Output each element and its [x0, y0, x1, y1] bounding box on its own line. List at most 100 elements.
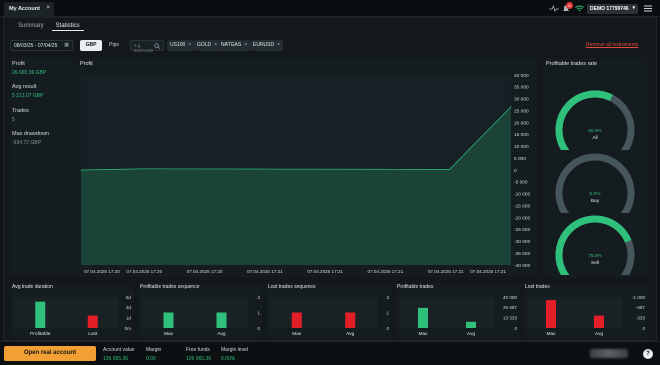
mini-bar: [345, 312, 356, 328]
tab-statistics[interactable]: Statistics: [51, 22, 84, 31]
stat-label: Margin level: [221, 347, 248, 353]
avg-label: Avg result: [12, 84, 37, 90]
mini-tick-label: 13 333: [503, 315, 517, 320]
profitable-sequence-chart: Profitable trades sequence 2 1 0 Max Avg: [138, 283, 262, 339]
x-tick-label: 07.04.2025 17:20: [126, 269, 162, 274]
x-tick-label: 07.04.2025 17:21: [368, 269, 404, 274]
chip-label: US100: [170, 42, 186, 48]
avg-value: 5 213.07 GBP: [12, 93, 44, 99]
gauge-track: [555, 153, 635, 221]
currency-pips-button[interactable]: Pips: [104, 40, 124, 51]
mini-tick-label: -667: [636, 305, 646, 310]
mini-bar: [87, 315, 98, 328]
stat-label: Margin: [146, 347, 162, 353]
y-tick-label: -15 000: [514, 203, 531, 209]
margin-stat: Margin 0.00: [146, 347, 161, 362]
data-point: [80, 169, 82, 171]
profitable-rate-panel: Profitable trades rate 60.0% All 0.0% Bu…: [543, 58, 647, 283]
y-tick-label: 25 000: [514, 108, 529, 114]
date-range-picker[interactable]: 08/03/25 - 07/04/25 ▦: [10, 40, 73, 51]
window-tab[interactable]: My Account ×: [4, 2, 54, 17]
gauge-all-arc: [555, 90, 635, 158]
gauge-all: 60.0% All: [543, 90, 647, 158]
y-tick-label: -30 000: [514, 239, 531, 245]
tab-bar: Summary Statistics: [14, 22, 84, 31]
mini-category-label: Lost: [88, 331, 98, 337]
trades-value: 5: [12, 117, 15, 123]
mini-category-label: Max: [418, 331, 428, 337]
mini-bar: [546, 300, 556, 328]
y-tick-label: -40 000: [514, 263, 531, 269]
gauge-sell-label: Sell: [591, 261, 599, 266]
mini-plot-area: [270, 297, 377, 328]
mini-chart-svg: 2 1 0 Max Avg: [142, 295, 260, 337]
gauge-buy-label: Buy: [590, 199, 600, 204]
mini-category-label: Avg: [595, 331, 604, 337]
instrument-chip-us100[interactable]: US100 ×: [167, 40, 195, 51]
data-point: [387, 168, 389, 170]
search-icon: [154, 43, 160, 49]
footer-bar: Open real account Account value 126 065.…: [0, 341, 660, 365]
menu-icon[interactable]: [644, 5, 652, 12]
activity-icon[interactable]: [549, 4, 559, 13]
account-selector[interactable]: DEMO 17799746 ▾: [587, 4, 638, 14]
mini-category-label: Profitable: [30, 331, 51, 337]
mini-plot-area: [527, 297, 623, 328]
close-icon[interactable]: ×: [46, 5, 50, 11]
mini-tick-label: -1 000: [632, 295, 645, 300]
mini-bar: [594, 315, 604, 328]
mini-tick-label: 0: [386, 326, 389, 331]
gauge-sell-pct: 75.0%: [588, 254, 602, 259]
avg-trade-duration-chart: Avg trade duration 5d 3d 1d 0m Profitable Los…: [10, 283, 133, 339]
trades-label: Trades: [12, 108, 29, 114]
mini-tick-label: 1: [257, 310, 260, 315]
mini-category-label: Max: [292, 331, 302, 337]
account-value-stat: Account value 126 065.36: [103, 347, 134, 362]
close-icon[interactable]: ×: [277, 42, 280, 49]
y-tick-label: -35 000: [514, 251, 531, 257]
account-label: DEMO 17799746: [590, 6, 629, 12]
mini-plot-area: [399, 297, 495, 328]
mini-plot-area: [14, 297, 119, 328]
y-tick-label: -10 000: [514, 192, 531, 198]
data-point: [510, 106, 512, 108]
instrument-chip-natgas[interactable]: NATGAS ×: [218, 40, 251, 51]
y-tick-label: -20 000: [514, 215, 531, 221]
close-icon[interactable]: ×: [214, 42, 217, 49]
gauge-all-label: All: [592, 136, 598, 141]
data-point: [203, 168, 205, 170]
free-funds-stat: Free funds 126 065.36: [186, 347, 211, 362]
instrument-chip-eurusd[interactable]: EURUSD ×: [250, 40, 284, 51]
wifi-icon: [575, 5, 584, 11]
mini-tick-label: 2: [386, 295, 389, 300]
mini-tick-label: 3d: [126, 305, 132, 310]
mini-tick-label: 0: [642, 326, 645, 331]
mini-tick-label: 0: [257, 326, 260, 331]
gauge-sell-arc: [555, 215, 635, 283]
x-tick-label: 07.04.2025 17:20: [187, 269, 223, 274]
close-icon[interactable]: ×: [244, 42, 247, 49]
mini-title: Lost trades: [525, 284, 550, 290]
mini-category-label: Max: [546, 331, 556, 337]
gauge-buy-pct: 0.0%: [589, 192, 601, 197]
data-point: [142, 168, 143, 170]
instrument-chip-gold[interactable]: GOLD ×: [194, 40, 221, 51]
y-tick-label: 40 000: [514, 73, 529, 79]
mini-bar: [163, 312, 174, 328]
window-title: My Account: [9, 6, 40, 12]
close-icon[interactable]: ×: [188, 42, 191, 49]
instrument-search-input[interactable]: e.g. EURUSD: [130, 40, 164, 53]
x-tick-label: 07.04.2025 17:21: [247, 269, 283, 274]
drawdown-label: Max drawdown: [12, 131, 49, 137]
y-tick-label: 15 000: [514, 132, 529, 138]
currency-gbp-button[interactable]: GBP: [80, 40, 102, 51]
trades-stat: Trades 5: [12, 108, 29, 123]
open-real-account-button[interactable]: Open real account: [4, 346, 96, 361]
chip-label: GOLD: [197, 42, 212, 48]
tab-summary[interactable]: Summary: [14, 22, 48, 31]
remove-all-instruments-link[interactable]: Remove all instruments: [586, 42, 638, 48]
mini-tick-label: 40 000: [503, 295, 517, 300]
profit-chart: 40 000 35 000 30 000 25 000 20 000 15 000 10 0…: [80, 73, 531, 274]
help-icon[interactable]: ?: [643, 349, 653, 359]
stat-value: 0.00: [146, 356, 156, 362]
